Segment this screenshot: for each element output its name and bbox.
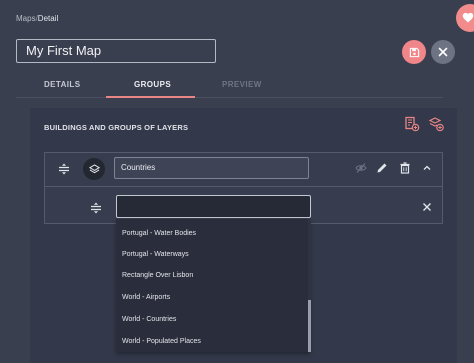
edit-group-button[interactable] (376, 162, 388, 174)
add-building-button[interactable] (404, 116, 420, 132)
layer-select-input[interactable] (116, 195, 311, 218)
close-icon (438, 47, 448, 57)
save-button[interactable] (402, 40, 426, 64)
dropdown-option[interactable]: World - Populated Places (122, 338, 201, 345)
group-card-divider (45, 186, 442, 187)
visibility-off-icon (355, 163, 367, 173)
map-title-input[interactable]: My First Map (16, 39, 216, 63)
tab-preview: PREVIEW (222, 80, 262, 89)
tab-groups[interactable]: GROUPS (134, 80, 171, 89)
heart-icon (462, 12, 474, 23)
trash-icon (400, 162, 410, 174)
add-layers-icon (428, 117, 444, 132)
collapse-group-button[interactable] (421, 162, 433, 174)
group-drag-handle[interactable] (58, 163, 70, 175)
group-type-badge (83, 158, 105, 180)
chevron-up-icon (423, 165, 431, 170)
close-icon (423, 203, 431, 211)
breadcrumb-root-link[interactable]: Maps (16, 14, 36, 23)
remove-layer-button[interactable] (421, 201, 433, 213)
dropdown-option[interactable]: World - Countries (122, 316, 176, 323)
group-name-input[interactable]: Countries (114, 157, 309, 179)
tabs-divider (16, 97, 443, 98)
active-tab-indicator (106, 96, 195, 98)
dropdown-option[interactable]: Rectangle Over Lisbon (122, 272, 193, 279)
drag-handle-icon (91, 202, 101, 214)
delete-group-button[interactable] (399, 162, 411, 174)
save-icon (409, 47, 419, 57)
add-building-icon (405, 116, 420, 132)
dropdown-scrollbar-thumb[interactable] (308, 300, 311, 352)
tab-details[interactable]: DETAILS (44, 80, 80, 89)
dropdown-option[interactable]: World - Airports (122, 294, 170, 301)
layers-icon (88, 163, 100, 173)
add-group-button[interactable] (428, 116, 444, 132)
section-title: BUILDINGS AND GROUPS OF LAYERS (44, 123, 189, 132)
pencil-icon (377, 163, 387, 173)
toggle-visibility-button[interactable] (355, 162, 367, 174)
breadcrumb: Maps/Detail (16, 14, 58, 23)
layer-dropdown: Portugal - Water Bodies Portugal - Water… (116, 219, 310, 352)
dropdown-option[interactable]: Portugal - Waterways (122, 251, 189, 258)
dropdown-option[interactable]: Portugal - Water Bodies (122, 230, 196, 237)
close-button[interactable] (431, 40, 455, 64)
breadcrumb-current: Detail (37, 14, 59, 23)
layer-drag-handle[interactable] (90, 202, 102, 214)
drag-handle-icon (59, 163, 69, 175)
favorite-button[interactable] (456, 4, 474, 32)
